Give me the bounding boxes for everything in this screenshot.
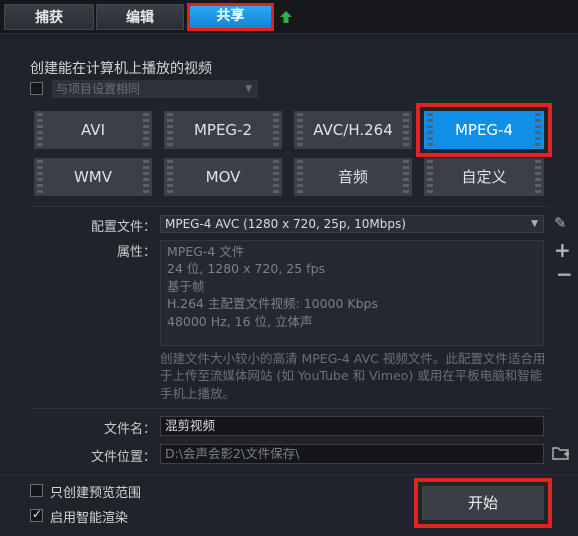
- file-name-label: 文件名：: [103, 422, 156, 437]
- divider: [30, 408, 550, 409]
- start-button[interactable]: 开始: [414, 478, 552, 528]
- format-avi[interactable]: AVI: [34, 111, 152, 149]
- file-name-input[interactable]: 混剪视频: [160, 416, 544, 436]
- tab-edit[interactable]: 编辑: [96, 4, 184, 30]
- format-mpeg4[interactable]: MPEG-4: [416, 103, 552, 157]
- tab-capture[interactable]: 捕获: [4, 4, 94, 30]
- divider: [0, 474, 578, 475]
- format-audio[interactable]: 音频: [294, 158, 412, 196]
- smart-render-checkbox[interactable]: [30, 507, 43, 522]
- property-line: 48000 Hz, 16 位, 立体声: [167, 313, 313, 329]
- properties-label: 属性：: [116, 245, 156, 260]
- profile-value: MPEG-4 AVC (1280 x 720, 25p, 10Mbps): [165, 217, 406, 231]
- format-avc-h264[interactable]: AVC/H.264: [294, 111, 412, 149]
- edit-pencil-icon[interactable]: ✎: [554, 214, 567, 232]
- preview-range-label: 只创建预览范围: [50, 486, 142, 501]
- format-wmv[interactable]: WMV: [34, 158, 152, 196]
- chevron-down-icon: ▼: [531, 219, 538, 229]
- preview-range-checkbox[interactable]: [30, 484, 43, 497]
- property-line: MPEG-4 文件: [167, 244, 245, 259]
- profile-description: 创建文件大小较小的高清 MPEG-4 AVC 视频文件。此配置文件适合用于上传至…: [160, 351, 546, 401]
- top-tab-bar: 捕获 编辑 共享: [0, 0, 578, 34]
- remove-profile-icon[interactable]: −: [556, 262, 573, 286]
- profile-label: 配置文件：: [90, 220, 156, 235]
- profile-select[interactable]: MPEG-4 AVC (1280 x 720, 25p, 10Mbps) ▼: [160, 215, 544, 233]
- add-profile-icon[interactable]: +: [554, 238, 571, 262]
- file-location-label: 文件位置：: [90, 450, 156, 465]
- smart-render-label: 启用智能渲染: [50, 511, 129, 526]
- chevron-down-icon: ▼: [245, 84, 252, 94]
- properties-box: MPEG-4 文件 24 位, 1280 x 720, 25 fps 基于帧 H…: [160, 240, 544, 346]
- tab-share[interactable]: 共享: [187, 3, 274, 31]
- property-line: H.264 主配置文件视频: 10000 Kbps: [167, 296, 378, 312]
- file-location-input[interactable]: D:\会声会影2\文件保存\: [160, 444, 544, 464]
- upload-arrow-icon[interactable]: [279, 10, 293, 24]
- property-line: 24 位, 1280 x 720, 25 fps: [167, 261, 326, 277]
- property-line: 基于帧: [167, 278, 205, 294]
- format-custom[interactable]: 自定义: [424, 158, 544, 196]
- format-mpeg2[interactable]: MPEG-2: [164, 111, 282, 149]
- same-as-project-select: 与项目设置相同 ▼: [52, 80, 258, 98]
- same-as-project-label: 与项目设置相同: [56, 82, 141, 96]
- folder-browse-icon[interactable]: [552, 445, 570, 461]
- section-title: 创建能在计算机上播放的视频: [30, 61, 212, 77]
- divider: [30, 206, 550, 207]
- same-as-project-checkbox[interactable]: [30, 82, 43, 95]
- format-mov[interactable]: MOV: [164, 158, 282, 196]
